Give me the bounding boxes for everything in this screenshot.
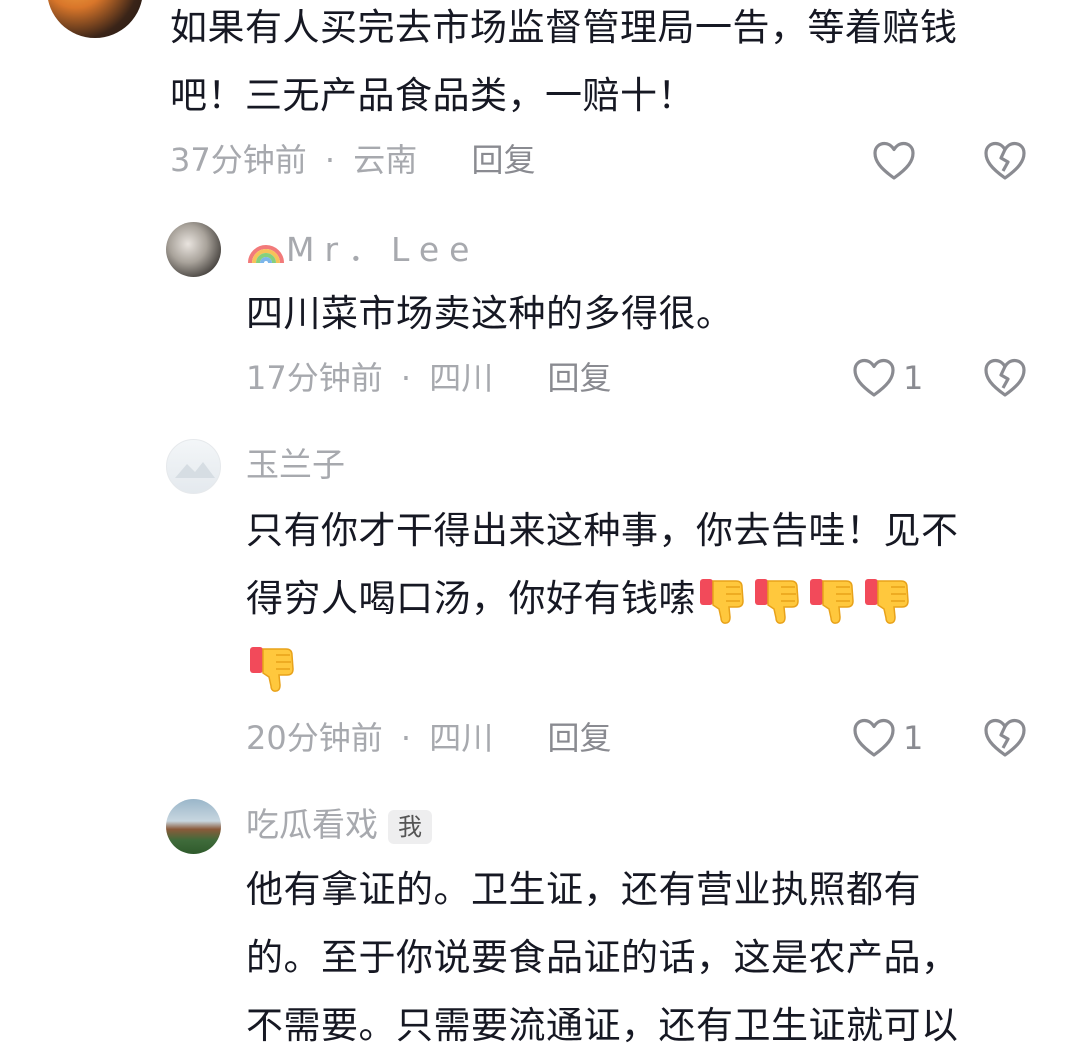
reply-button[interactable]: 回复 (547, 359, 611, 397)
comment-text-line: 不需要。只需要流通证，还有卫生证就可以 (246, 1004, 959, 1047)
comment-text: 他有拿证的。卫生证，还有营业执照都有 的。至于你说要食品证的话，这是农产品， 不… (246, 856, 959, 1060)
broken-heart-icon[interactable] (983, 358, 1027, 398)
meta-separator: · (400, 719, 412, 757)
comment-location: 云南 (353, 141, 418, 179)
avatar[interactable] (47, 0, 143, 38)
comment-text-line: 吧！三无产品食品类，一赔十！ (170, 74, 695, 117)
comment-meta: 37分钟前 · 云南 回复 (170, 140, 535, 180)
comment-text-line: 他有拿证的。卫生证，还有营业执照都有 (246, 868, 921, 911)
comment-author[interactable]: 吃瓜看戏我 (246, 805, 432, 845)
comment-text-line: 的。至于你说要食品证的话，这是农产品， (246, 936, 959, 979)
comment-time: 17分钟前 (246, 359, 383, 397)
emoji-group (696, 577, 916, 624)
thumbs-down-icon (865, 579, 909, 624)
comment-text-span: 得穷人喝口汤，你好有钱嗦 (246, 577, 696, 620)
me-badge: 我 (388, 809, 432, 844)
like-count: 1 (903, 359, 924, 397)
comment-location: 四川 (429, 359, 494, 397)
mountain-icon (175, 462, 215, 478)
thumbs-down-icon (700, 579, 744, 624)
comment-text-line: 四川菜市场卖这种的多得很。 (246, 292, 734, 335)
heart-icon[interactable] (852, 358, 896, 398)
avatar[interactable] (166, 222, 221, 277)
heart-icon[interactable] (872, 141, 916, 181)
comment-author[interactable]: Mr．Lee (246, 229, 479, 270)
comment-time: 37分钟前 (170, 141, 307, 179)
broken-heart-icon[interactable] (983, 141, 1027, 181)
reply-button[interactable]: 回复 (547, 719, 611, 757)
thumbs-down-icon (810, 579, 854, 624)
heart-icon[interactable] (852, 718, 896, 758)
broken-heart-icon[interactable] (983, 718, 1027, 758)
thumbs-down-icon (250, 647, 294, 692)
reply-button[interactable]: 回复 (471, 141, 535, 179)
comment-text: 四川菜市场卖这种的多得很。 (246, 280, 734, 348)
avatar[interactable] (166, 439, 221, 494)
like-count: 1 (903, 719, 924, 757)
comment-text: 如果有人买完去市场监督管理局一告，等着赔钱 吧！三无产品食品类，一赔十！ (170, 0, 958, 130)
emoji-group (246, 633, 959, 701)
comment-text-line: 如果有人买完去市场监督管理局一告，等着赔钱 (170, 6, 958, 49)
author-name: 吃瓜看戏 (246, 805, 378, 844)
comment-author[interactable]: 玉兰子 (246, 445, 345, 485)
comment-text-line: 得穷人喝口汤，你好有钱嗦 (246, 565, 959, 633)
comment-meta: 20分钟前 · 四川 回复 (246, 718, 611, 758)
meta-separator: · (400, 359, 412, 397)
thumbs-down-icon (755, 579, 799, 624)
comment-meta: 17分钟前 · 四川 回复 (246, 358, 611, 398)
comment-text: 只有你才干得出来这种事，你去告哇！见不 得穷人喝口汤，你好有钱嗦 (246, 497, 959, 701)
meta-separator: · (324, 141, 336, 179)
comment-text-line: 只有你才干得出来这种事，你去告哇！见不 (246, 509, 959, 552)
avatar[interactable] (166, 799, 221, 854)
author-name: Mr．Lee (286, 230, 480, 269)
comment-location: 四川 (429, 719, 494, 757)
rainbow-icon (248, 245, 284, 264)
comment-time: 20分钟前 (246, 719, 383, 757)
